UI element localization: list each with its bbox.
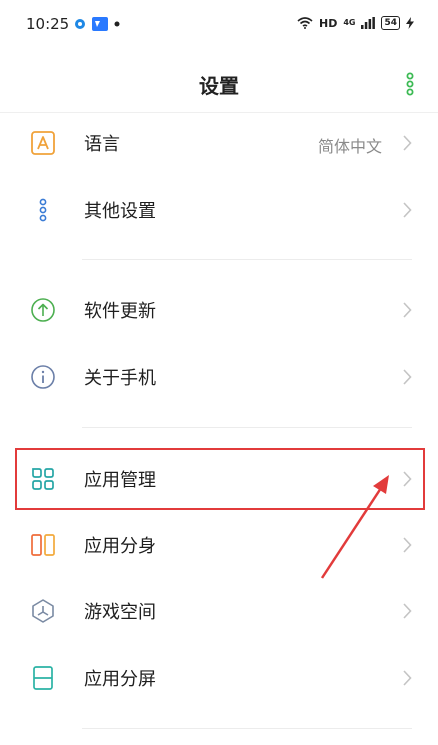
settings-item-software-update[interactable]: 软件更新 (0, 279, 438, 341)
image-notification-icon (92, 17, 108, 31)
battery-icon: 54 (381, 16, 400, 30)
settings-item-label: 软件更新 (84, 301, 156, 322)
settings-item-label: 应用分身 (84, 536, 156, 557)
status-time: 10:25 (26, 15, 70, 33)
wifi-icon (297, 17, 313, 29)
settings-item-label: 关于手机 (84, 368, 156, 389)
status-bar: 10:25 HD 4G 54 (0, 0, 438, 50)
info-icon (31, 365, 55, 389)
network-label: 4G (343, 18, 356, 27)
settings-item-app-clone[interactable]: 应用分身 (0, 514, 438, 576)
section-divider (82, 259, 412, 260)
settings-item-label: 语言 (84, 134, 120, 155)
charging-bolt-icon (406, 17, 414, 29)
page-title: 设置 (199, 74, 239, 98)
settings-item-label: 游戏空间 (84, 602, 156, 623)
split-screen-icon (33, 666, 53, 690)
section-divider (82, 427, 412, 428)
settings-item-label: 其他设置 (84, 201, 156, 222)
settings-item-split-screen[interactable]: 应用分屏 (0, 647, 438, 709)
status-right-icons: HD 4G 54 (297, 16, 414, 30)
game-space-icon (32, 599, 54, 623)
chevron-right-icon (403, 603, 412, 619)
chevron-right-icon (403, 135, 412, 151)
other-settings-dots-icon (39, 198, 47, 222)
settings-item-game-space[interactable]: 游戏空间 (0, 580, 438, 642)
battery-level: 54 (384, 18, 397, 28)
settings-item-value: 简体中文 (317, 137, 382, 156)
app-clone-icon (31, 534, 55, 556)
section-divider (82, 728, 412, 729)
signal-icon (361, 17, 376, 29)
chevron-right-icon (403, 537, 412, 553)
language-a-icon (31, 131, 55, 155)
settings-item-label: 应用分屏 (84, 669, 156, 690)
page-header: 设置 (0, 52, 438, 112)
dot-icon (114, 21, 120, 27)
update-arrow-icon (31, 298, 55, 322)
chevron-right-icon (403, 202, 412, 218)
settings-item-about-phone[interactable]: 关于手机 (0, 346, 438, 408)
chevron-right-icon (403, 670, 412, 686)
settings-item-language[interactable]: 语言 简体中文 (0, 112, 438, 174)
status-left-icons (74, 17, 120, 31)
chevron-right-icon (403, 302, 412, 318)
chevron-right-icon (403, 369, 412, 385)
vertical-dots-icon[interactable] (404, 72, 416, 96)
app-notification-icon (75, 19, 85, 29)
highlight-box (15, 448, 425, 510)
hd-label: HD (318, 16, 338, 30)
settings-item-other-settings[interactable]: 其他设置 (0, 179, 438, 241)
